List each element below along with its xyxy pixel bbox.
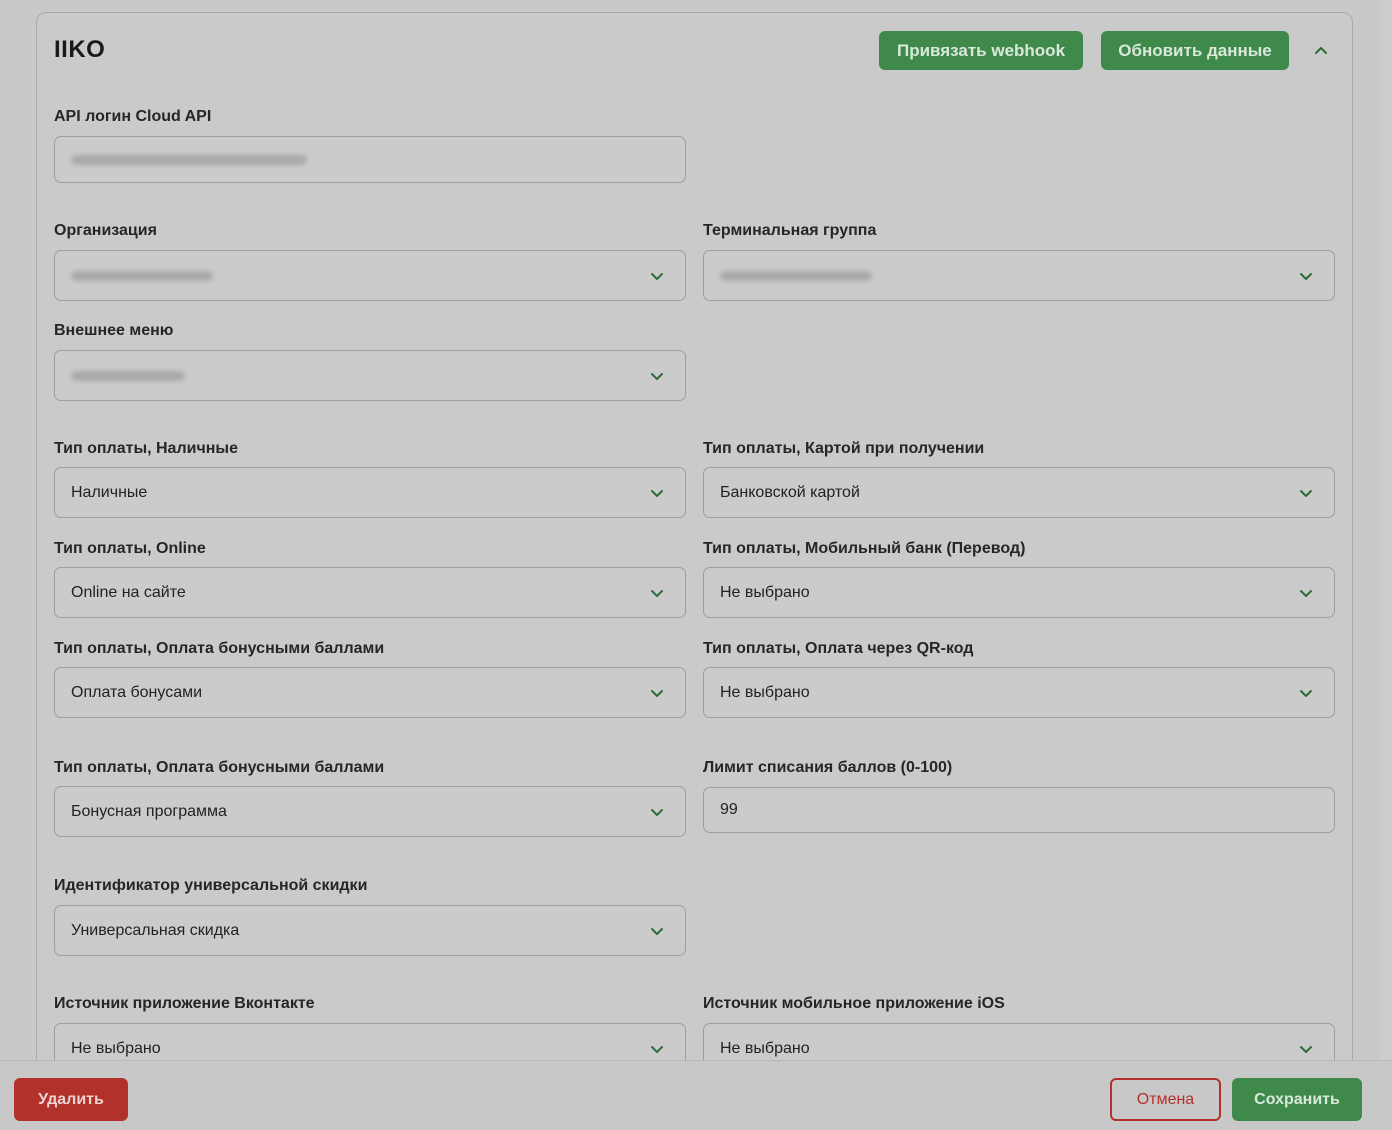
source-ios-label: Источник мобильное приложение iOS bbox=[703, 995, 1005, 1012]
pay-qr-label: Тип оплаты, Оплата через QR-код bbox=[703, 640, 974, 657]
chevron-down-icon bbox=[651, 589, 663, 597]
redacted-value bbox=[71, 154, 307, 165]
points-limit-input[interactable]: 99 bbox=[703, 787, 1335, 833]
chevron-down-icon bbox=[651, 372, 663, 380]
chevron-down-icon bbox=[1300, 489, 1312, 497]
pay-online-select[interactable]: Online на сайте bbox=[54, 567, 686, 618]
api-login-label: API логин Cloud API bbox=[54, 108, 212, 125]
universal-discount-value: Универсальная скидка bbox=[71, 921, 240, 939]
save-button[interactable]: Сохранить bbox=[1232, 1078, 1362, 1121]
pay-mobile-value: Не выбрано bbox=[720, 583, 810, 601]
refresh-data-button[interactable]: Обновить данные bbox=[1101, 31, 1289, 70]
chevron-down-icon bbox=[651, 489, 663, 497]
redacted-value bbox=[71, 270, 213, 281]
source-vk-label: Источник приложение Вконтакте bbox=[54, 995, 315, 1012]
pay-qr-select[interactable]: Не выбрано bbox=[703, 667, 1335, 718]
redacted-value bbox=[71, 370, 185, 381]
pay-cash-value: Наличные bbox=[71, 483, 148, 501]
pay-bonus-value: Оплата бонусами bbox=[71, 683, 203, 701]
chevron-down-icon bbox=[651, 689, 663, 697]
chevron-down-icon bbox=[651, 272, 663, 280]
integration-title: IIKO bbox=[54, 36, 106, 63]
chevron-up-icon[interactable] bbox=[1311, 40, 1331, 60]
redacted-value bbox=[720, 270, 872, 281]
universal-discount-label: Идентификатор универсальной скидки bbox=[54, 877, 368, 894]
pay-cash-label: Тип оплаты, Наличные bbox=[54, 440, 238, 457]
pay-mobile-select[interactable]: Не выбрано bbox=[703, 567, 1335, 618]
api-login-input[interactable] bbox=[54, 136, 686, 183]
pay-online-label: Тип оплаты, Online bbox=[54, 540, 206, 557]
scrollbar[interactable] bbox=[1380, 0, 1392, 1060]
chevron-down-icon bbox=[651, 808, 663, 816]
pay-cash-select[interactable]: Наличные bbox=[54, 467, 686, 518]
bonus-program-label: Тип оплаты, Оплата бонусными баллами bbox=[54, 759, 385, 776]
pay-online-value: Online на сайте bbox=[71, 583, 186, 601]
pay-bonus-select[interactable]: Оплата бонусами bbox=[54, 667, 686, 718]
organization-label: Организация bbox=[54, 222, 157, 239]
points-limit-label: Лимит списания баллов (0-100) bbox=[703, 759, 953, 776]
external-menu-select[interactable] bbox=[54, 350, 686, 401]
chevron-down-icon bbox=[651, 927, 663, 935]
pay-mobile-label: Тип оплаты, Мобильный банк (Перевод) bbox=[703, 540, 1026, 557]
external-menu-label: Внешнее меню bbox=[54, 322, 174, 339]
pay-qr-value: Не выбрано bbox=[720, 683, 810, 701]
bind-webhook-button[interactable]: Привязать webhook bbox=[879, 31, 1083, 70]
delete-button[interactable]: Удалить bbox=[14, 1078, 128, 1121]
source-ios-value: Не выбрано bbox=[720, 1039, 810, 1057]
bonus-program-select[interactable]: Бонусная программа bbox=[54, 786, 686, 837]
chevron-down-icon bbox=[1300, 589, 1312, 597]
cancel-button[interactable]: Отмена bbox=[1110, 1078, 1221, 1121]
pay-card-value: Банковской картой bbox=[720, 483, 860, 501]
source-vk-value: Не выбрано bbox=[71, 1039, 161, 1057]
pay-card-label: Тип оплаты, Картой при получении bbox=[703, 440, 985, 457]
universal-discount-select[interactable]: Универсальная скидка bbox=[54, 905, 686, 956]
points-limit-value: 99 bbox=[720, 801, 738, 818]
terminal-group-label: Терминальная группа bbox=[703, 222, 877, 239]
pay-bonus-label: Тип оплаты, Оплата бонусными баллами bbox=[54, 640, 385, 657]
chevron-down-icon bbox=[1300, 272, 1312, 280]
chevron-down-icon bbox=[651, 1045, 663, 1053]
chevron-down-icon bbox=[1300, 689, 1312, 697]
organization-select[interactable] bbox=[54, 250, 686, 301]
pay-card-select[interactable]: Банковской картой bbox=[703, 467, 1335, 518]
terminal-group-select[interactable] bbox=[703, 250, 1335, 301]
chevron-down-icon bbox=[1300, 1045, 1312, 1053]
bonus-program-value: Бонусная программа bbox=[71, 802, 227, 820]
